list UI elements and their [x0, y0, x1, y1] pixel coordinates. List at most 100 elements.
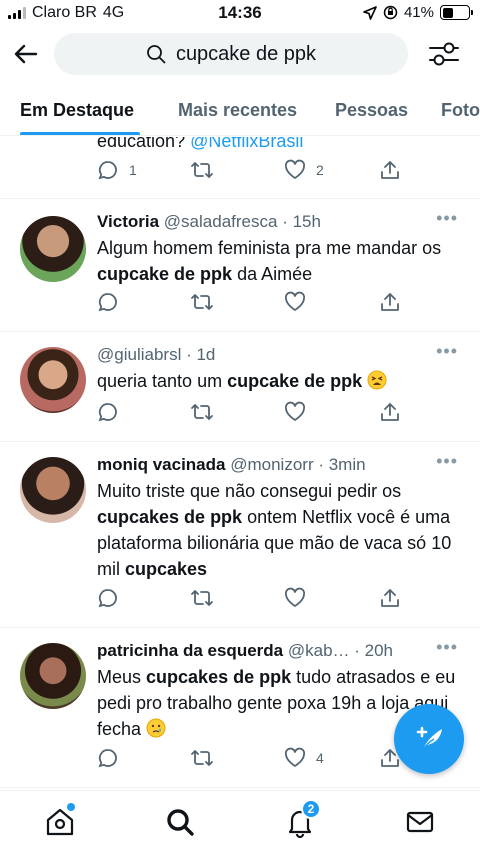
share-button[interactable] — [379, 291, 401, 313]
tweet-partial[interactable]: education? @NetflixBrasil 1 2 — [0, 137, 480, 199]
author-name[interactable]: moniq vacinada — [97, 455, 225, 474]
retweet-icon — [191, 294, 213, 310]
avatar[interactable] — [20, 216, 86, 282]
search-input[interactable]: cupcake de ppk — [54, 33, 408, 75]
tweet-text-segment: cupcakes de ppk — [146, 667, 292, 687]
heart-icon — [284, 401, 306, 421]
reply-icon — [98, 403, 117, 422]
battery-icon — [440, 5, 473, 20]
tab-photos[interactable]: Fotos — [441, 100, 480, 121]
tired-face-emoji-icon — [367, 370, 387, 390]
tweet-text-segment: cupcake de ppk — [97, 264, 233, 284]
bottom-nav: 2 — [0, 790, 480, 853]
location-icon — [363, 5, 377, 20]
mention-link[interactable]: @NetflixBrasil — [190, 137, 303, 151]
heart-icon — [284, 587, 306, 607]
like-button[interactable] — [284, 401, 316, 423]
tweet[interactable]: ••• @giuliabrsl · 1d queria tanto um cup… — [0, 332, 480, 442]
orientation-lock-icon — [383, 5, 398, 20]
search-icon — [167, 809, 194, 836]
share-icon — [381, 589, 399, 607]
reply-button[interactable] — [97, 291, 129, 313]
retweet-button[interactable] — [190, 747, 214, 769]
heart-icon — [284, 291, 306, 311]
reply-button[interactable] — [97, 747, 129, 769]
retweet-button[interactable] — [190, 587, 214, 609]
reply-icon — [98, 293, 117, 312]
heart-icon — [284, 747, 306, 767]
search-header: cupcake de ppk — [0, 30, 480, 78]
tweet[interactable]: ••• Victoria @saladafresca · 15h Algum h… — [0, 199, 480, 332]
reply-button[interactable] — [97, 587, 129, 609]
retweet-button[interactable] — [190, 291, 214, 313]
reply-button[interactable]: 1 — [97, 159, 137, 181]
retweet-button[interactable] — [190, 401, 214, 423]
search-icon — [147, 45, 166, 64]
compose-feather-icon — [416, 726, 442, 752]
search-settings-icon[interactable] — [428, 39, 460, 69]
nav-home[interactable] — [43, 803, 77, 839]
nav-notifications[interactable]: 2 — [283, 799, 321, 839]
like-button[interactable]: 2 — [284, 159, 324, 181]
tweet-text: Algum homem feminista pra me mandar os c… — [97, 235, 456, 287]
tab-latest[interactable]: Mais recentes — [178, 100, 297, 121]
avatar[interactable] — [20, 643, 86, 709]
share-button[interactable] — [379, 587, 401, 609]
nav-search[interactable] — [163, 805, 197, 839]
avatar[interactable] — [20, 457, 86, 523]
tab-top[interactable]: Em Destaque — [20, 100, 134, 121]
retweet-button[interactable] — [190, 159, 214, 181]
tweet-text-segment: queria tanto um — [97, 371, 228, 391]
author-name[interactable]: Victoria — [97, 212, 159, 231]
author-handle[interactable]: @monizorr — [230, 455, 313, 474]
like-count: 4 — [316, 750, 324, 766]
tab-people[interactable]: Pessoas — [335, 100, 408, 121]
notification-badge: 2 — [301, 799, 321, 819]
like-button[interactable]: 4 — [284, 747, 324, 769]
retweet-icon — [191, 404, 213, 420]
tweet-text-segment: Algum homem feminista pra me mandar os — [97, 238, 442, 258]
tweet-text-segment: Meus — [97, 667, 147, 687]
reply-count: 1 — [129, 162, 137, 178]
tweet-text: queria tanto um cupcake de ppk — [97, 368, 456, 394]
tweet[interactable]: ••• moniq vacinada @monizorr · 3min Muit… — [0, 442, 480, 628]
compose-tweet-button[interactable] — [394, 704, 464, 774]
back-arrow-icon[interactable] — [12, 40, 40, 68]
heart-icon — [284, 159, 306, 179]
reply-icon — [98, 589, 117, 608]
search-results-feed[interactable]: education? @NetflixBrasil 1 2 ••• Victor… — [0, 137, 480, 790]
author-handle[interactable]: @saladafresca — [164, 212, 278, 231]
tweet-text-segment: cupcakes — [125, 559, 208, 579]
share-button[interactable] — [379, 159, 401, 181]
retweet-icon — [191, 162, 213, 178]
more-options-icon[interactable]: ••• — [436, 638, 458, 656]
like-button[interactable] — [284, 291, 316, 313]
battery-percent: 41% — [403, 4, 434, 21]
tweet-text: Muito triste que não consegui pedir os c… — [97, 478, 456, 582]
share-button[interactable] — [379, 401, 401, 423]
status-bar: Claro BR 4G 14:36 41% — [0, 0, 480, 26]
tweet-timestamp: · 3min — [318, 455, 366, 474]
retweet-icon — [191, 750, 213, 766]
like-count: 2 — [316, 162, 324, 178]
author-name[interactable]: patricinha da esquerda — [97, 641, 283, 660]
share-icon — [381, 293, 399, 311]
author-handle[interactable]: @giuliabrsl — [97, 345, 181, 364]
tweet-timestamp: · 20h — [354, 641, 394, 660]
share-icon — [381, 403, 399, 421]
envelope-icon — [406, 811, 434, 833]
like-button[interactable] — [284, 587, 316, 609]
more-options-icon[interactable]: ••• — [436, 342, 458, 360]
more-options-icon[interactable]: ••• — [436, 452, 458, 470]
crying-face-emoji-icon — [146, 718, 166, 738]
more-options-icon[interactable]: ••• — [436, 209, 458, 227]
author-handle[interactable]: @kab… — [288, 641, 350, 660]
retweet-icon — [191, 590, 213, 606]
tweet-text: education? @NetflixBrasil — [97, 137, 303, 152]
tweet-timestamp: · 1d — [186, 345, 216, 364]
tweet-timestamp: · 15h — [282, 212, 321, 231]
tweet-text-segment: Muito triste que não consegui pedir os — [97, 481, 402, 501]
reply-button[interactable] — [97, 401, 129, 423]
nav-messages[interactable] — [403, 805, 437, 839]
reply-icon — [98, 749, 117, 768]
